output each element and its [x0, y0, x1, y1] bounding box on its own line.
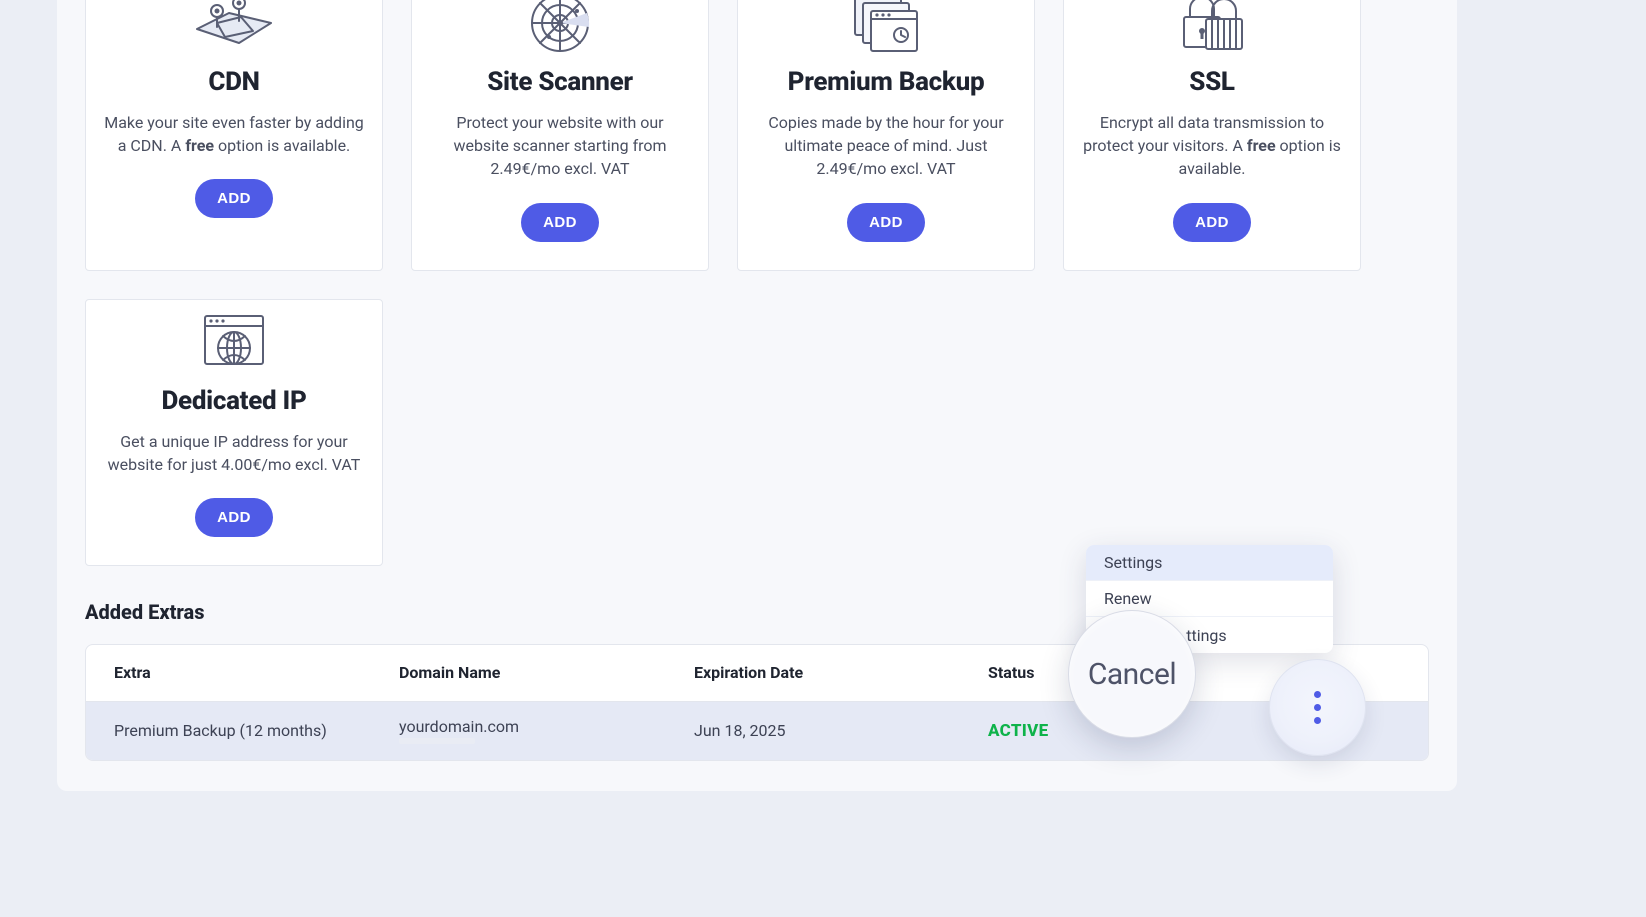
add-button-cdn[interactable]: ADD [195, 179, 273, 218]
backup-icon [847, 0, 925, 59]
added-extras-table: Extra Domain Name Expiration Date Status… [85, 644, 1429, 761]
card-dedicated-ip: Dedicated IP Get a unique IP address for… [85, 299, 383, 566]
cancel-lens-highlight[interactable]: Cancel [1068, 610, 1196, 738]
add-button-site-scanner[interactable]: ADD [521, 203, 599, 242]
col-header-extra: Extra [114, 663, 399, 682]
domain-underline [399, 738, 475, 744]
col-header-expiration: Expiration Date [694, 663, 988, 682]
cell-expiration: Jun 18, 2025 [694, 721, 988, 740]
cell-domain: yourdomain.com [399, 717, 694, 744]
extras-card-grid-row-2: Dedicated IP Get a unique IP address for… [57, 271, 1457, 566]
cdn-icon [191, 0, 277, 59]
cell-extra: Premium Backup (12 months) [114, 721, 399, 740]
card-cdn: CDN Make your site even faster by adding… [85, 0, 383, 271]
extras-card-grid-row-1: CDN Make your site even faster by adding… [57, 0, 1457, 271]
card-ssl: SSL Encrypt all data transmission to pro… [1063, 0, 1361, 271]
table-row: Premium Backup (12 months) yourdomain.co… [86, 702, 1428, 760]
radar-icon [525, 0, 595, 59]
card-title: SSL [1189, 67, 1234, 97]
add-button-premium-backup[interactable]: ADD [847, 203, 925, 242]
row-action-kebab-button[interactable] [1269, 659, 1366, 756]
card-title: Site Scanner [487, 67, 633, 97]
content-panel: CDN Make your site even faster by adding… [57, 0, 1457, 791]
add-button-ssl[interactable]: ADD [1173, 203, 1251, 242]
add-button-dedicated-ip[interactable]: ADD [195, 498, 273, 537]
card-desc: Get a unique IP address for your website… [104, 430, 364, 476]
cancel-label: Cancel [1088, 657, 1176, 692]
lock-icon [1172, 0, 1252, 59]
card-title: Premium Backup [788, 67, 985, 97]
card-premium-backup: Premium Backup Copies made by the hour f… [737, 0, 1035, 271]
card-title: CDN [208, 67, 259, 97]
card-desc: Encrypt all data transmission to protect… [1082, 111, 1342, 181]
menu-item-settings[interactable]: Settings [1086, 545, 1333, 581]
card-desc: Protect your website with our website sc… [430, 111, 690, 181]
globe-browser-icon [199, 300, 269, 378]
card-desc: Make your site even faster by adding a C… [104, 111, 364, 157]
table-header-row: Extra Domain Name Expiration Date Status [86, 645, 1428, 702]
card-title: Dedicated IP [161, 386, 306, 416]
kebab-icon [1314, 691, 1321, 724]
card-site-scanner: Site Scanner Protect your website with o… [411, 0, 709, 271]
col-header-domain: Domain Name [399, 663, 694, 682]
card-desc: Copies made by the hour for your ultimat… [756, 111, 1016, 181]
